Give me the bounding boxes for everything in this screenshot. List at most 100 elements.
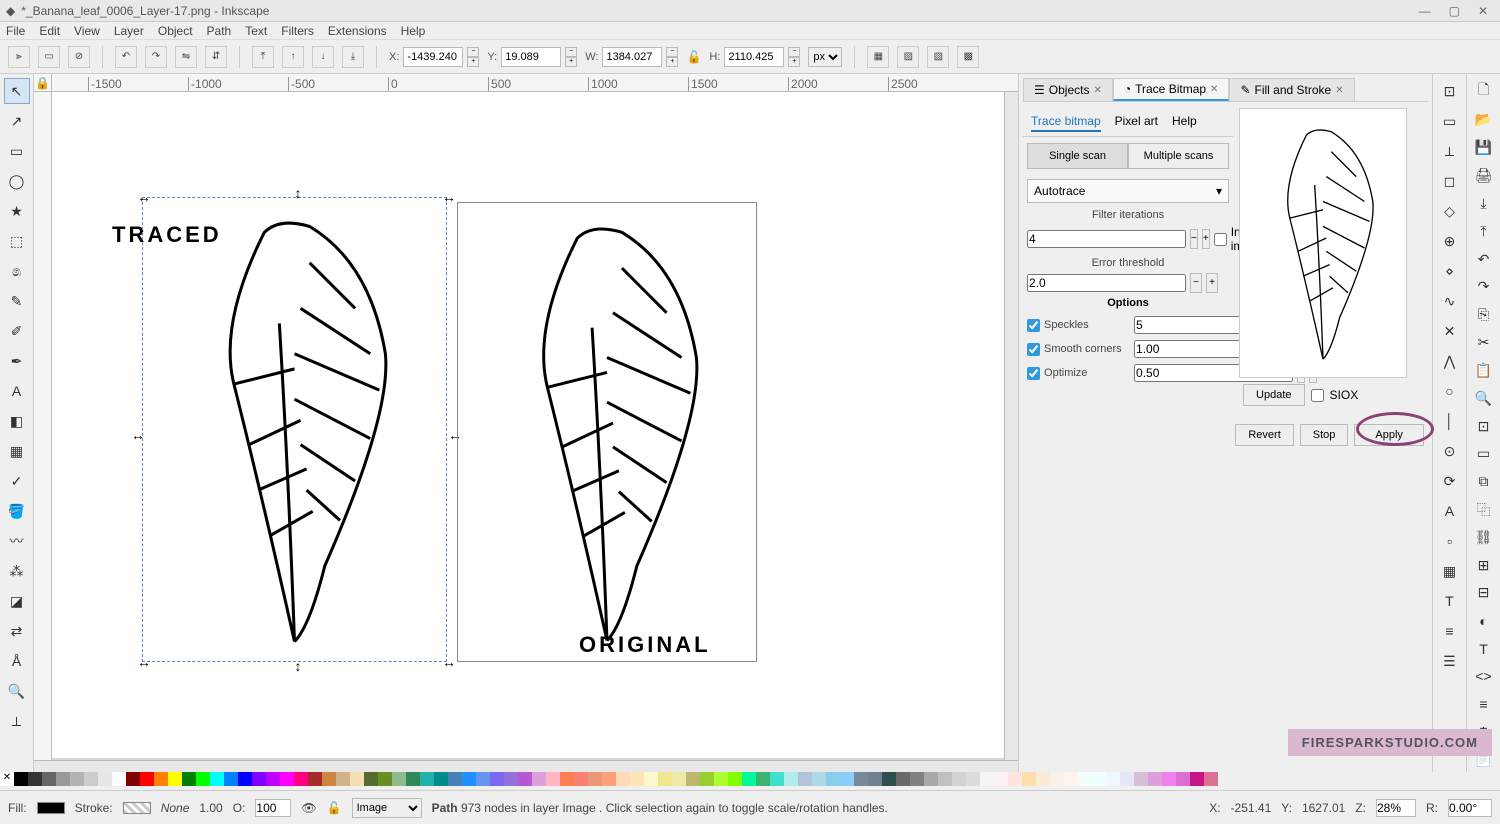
color-swatch[interactable] xyxy=(1176,772,1190,786)
color-swatch[interactable] xyxy=(182,772,196,786)
selector-tool-icon[interactable]: ↖ xyxy=(4,78,30,104)
tab-trace-bitmap[interactable]: ◔Trace Bitmap✕ xyxy=(1113,78,1230,101)
layer-lock-icon[interactable]: 🔓 xyxy=(327,801,342,815)
color-swatch[interactable] xyxy=(532,772,546,786)
color-swatch[interactable] xyxy=(1204,772,1218,786)
snap-grid-icon[interactable]: ▦ xyxy=(1436,558,1462,584)
eye-icon[interactable]: 👁 xyxy=(301,801,316,815)
raise-icon[interactable]: ↑ xyxy=(282,46,304,68)
color-swatch[interactable] xyxy=(1064,772,1078,786)
color-swatch[interactable] xyxy=(1120,772,1134,786)
color-swatch[interactable] xyxy=(1092,772,1106,786)
dec-icon[interactable]: − xyxy=(1190,273,1202,293)
copy-icon[interactable]: ⎘ xyxy=(1470,303,1496,327)
color-swatch[interactable] xyxy=(210,772,224,786)
open-icon[interactable]: 📂 xyxy=(1470,108,1496,132)
clone-icon[interactable]: ⿻ xyxy=(1470,498,1496,522)
snap-edge-icon[interactable]: ⟂ xyxy=(1436,138,1462,164)
star-tool-icon[interactable]: ★ xyxy=(4,198,30,224)
color-swatch[interactable] xyxy=(294,772,308,786)
multiple-scans-button[interactable]: Multiple scans xyxy=(1128,143,1229,169)
color-swatch[interactable] xyxy=(938,772,952,786)
mesh-tool-icon[interactable]: ▦ xyxy=(4,438,30,464)
snap-corner-icon[interactable]: ◻ xyxy=(1436,168,1462,194)
color-swatch[interactable] xyxy=(588,772,602,786)
measure-tool-icon[interactable]: ⟂ xyxy=(4,708,30,734)
redo-icon[interactable]: ↷ xyxy=(1470,275,1496,299)
menu-layer[interactable]: Layer xyxy=(114,24,144,38)
w-input[interactable] xyxy=(602,47,662,67)
color-swatch[interactable] xyxy=(602,772,616,786)
spiral-tool-icon[interactable]: ෧ xyxy=(4,258,30,284)
color-swatch[interactable] xyxy=(1148,772,1162,786)
zoom-input[interactable] xyxy=(1376,799,1416,817)
menu-object[interactable]: Object xyxy=(158,24,193,38)
subtab-trace-bitmap[interactable]: Trace bitmap xyxy=(1031,112,1101,132)
color-swatch[interactable] xyxy=(840,772,854,786)
color-swatch[interactable] xyxy=(546,772,560,786)
color-swatch[interactable] xyxy=(826,772,840,786)
inc-icon[interactable]: + xyxy=(1202,229,1210,249)
h-dec[interactable]: − xyxy=(788,47,800,57)
color-swatch[interactable] xyxy=(98,772,112,786)
color-swatch[interactable] xyxy=(70,772,84,786)
eraser-tool-icon[interactable]: ◪ xyxy=(4,588,30,614)
color-swatch[interactable] xyxy=(714,772,728,786)
zoom-tool-icon[interactable]: 🔍 xyxy=(4,678,30,704)
menu-edit[interactable]: Edit xyxy=(39,24,60,38)
zoom-sel-icon[interactable]: 🔍 xyxy=(1470,386,1496,410)
x-dec[interactable]: − xyxy=(467,47,479,57)
pencil-tool-icon[interactable]: ✐ xyxy=(4,318,30,344)
deselect-icon[interactable]: ⊘ xyxy=(68,46,90,68)
color-swatch[interactable] xyxy=(224,772,238,786)
optimize-checkbox[interactable] xyxy=(1027,367,1040,380)
spray-tool-icon[interactable]: ⁂ xyxy=(4,558,30,584)
snap-node-icon[interactable]: ⋄ xyxy=(1436,258,1462,284)
new-doc-icon[interactable]: 🗋 xyxy=(1470,78,1496,104)
dropper-tool-icon[interactable]: ✓ xyxy=(4,468,30,494)
fill-stroke-icon[interactable]: ◐ xyxy=(1470,609,1496,633)
snap-page-icon[interactable]: ▫ xyxy=(1436,528,1462,554)
gradient-tool-icon[interactable]: ◧ xyxy=(4,408,30,434)
color-swatch[interactable] xyxy=(868,772,882,786)
subtab-help[interactable]: Help xyxy=(1172,112,1197,132)
canvas[interactable]: TRACED ↔ ↕ ↔ ↔ ↔ ↔ ↕ ↔ ORIGINAL xyxy=(52,92,1004,758)
select-layer-icon[interactable]: ▭ xyxy=(38,46,60,68)
color-swatch[interactable] xyxy=(252,772,266,786)
unit-select[interactable]: px xyxy=(808,47,842,67)
color-swatch[interactable] xyxy=(1162,772,1176,786)
cut-icon[interactable]: ✂ xyxy=(1470,331,1496,355)
snap-smooth-icon[interactable]: ○ xyxy=(1436,378,1462,404)
color-swatch[interactable] xyxy=(952,772,966,786)
paste-icon[interactable]: 📋 xyxy=(1470,358,1496,382)
color-swatch[interactable] xyxy=(756,772,770,786)
select-all-icon[interactable]: ⫸ xyxy=(8,46,30,68)
color-swatch[interactable] xyxy=(434,772,448,786)
menu-filters[interactable]: Filters xyxy=(281,24,314,38)
ruler-vertical[interactable] xyxy=(34,92,52,760)
apply-button[interactable]: Apply xyxy=(1354,424,1424,446)
maximize-icon[interactable]: ▢ xyxy=(1449,4,1460,18)
snap-misc2-icon[interactable]: ☰ xyxy=(1436,648,1462,674)
snap-rot-center-icon[interactable]: ⟳ xyxy=(1436,468,1462,494)
unlink-icon[interactable]: ⛓ xyxy=(1470,525,1496,549)
paintbucket-tool-icon[interactable]: 🪣 xyxy=(4,498,30,524)
menu-text[interactable]: Text xyxy=(245,24,267,38)
color-palette[interactable]: ✕ xyxy=(0,772,1500,790)
color-swatch[interactable] xyxy=(672,772,686,786)
color-swatch[interactable] xyxy=(1008,772,1022,786)
move-gradients-icon[interactable]: ▧ xyxy=(927,46,949,68)
color-swatch[interactable] xyxy=(280,772,294,786)
color-swatch[interactable] xyxy=(574,772,588,786)
color-swatch[interactable] xyxy=(1050,772,1064,786)
color-swatch[interactable] xyxy=(518,772,532,786)
speckles-checkbox[interactable] xyxy=(1027,319,1040,332)
minimize-icon[interactable]: — xyxy=(1419,4,1431,18)
snap-intersection-icon[interactable]: ✕ xyxy=(1436,318,1462,344)
scale-corners-icon[interactable]: ▨ xyxy=(897,46,919,68)
color-swatch[interactable] xyxy=(1134,772,1148,786)
color-swatch[interactable] xyxy=(966,772,980,786)
color-swatch[interactable] xyxy=(812,772,826,786)
rotate-cw-icon[interactable]: ↷ xyxy=(145,46,167,68)
color-swatch[interactable] xyxy=(392,772,406,786)
